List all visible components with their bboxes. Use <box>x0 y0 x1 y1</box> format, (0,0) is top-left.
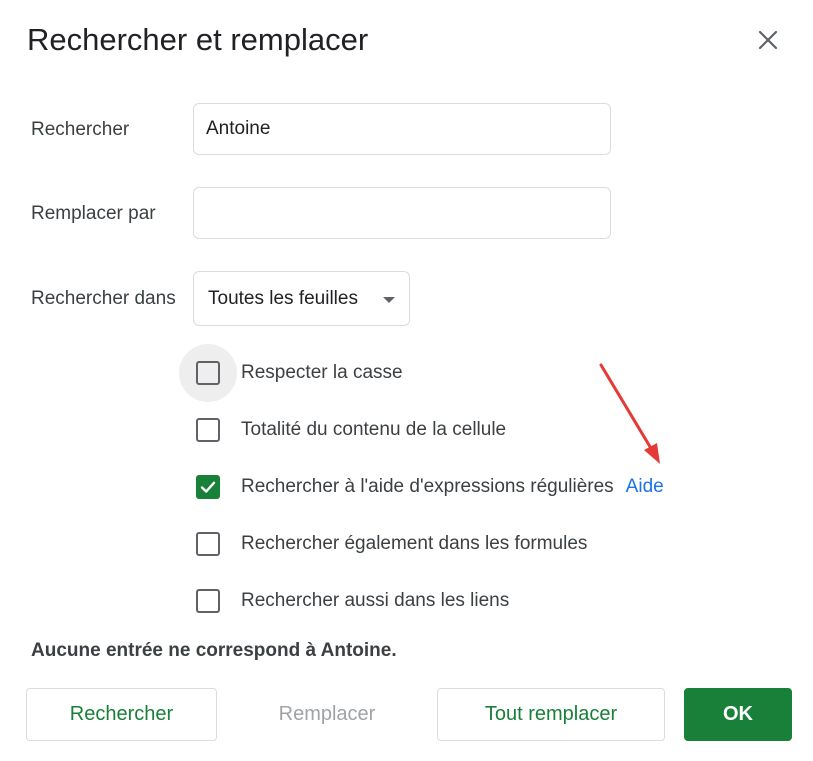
help-link[interactable]: Aide <box>626 476 664 498</box>
option-match-case[interactable]: Respecter la casse <box>179 344 403 402</box>
option-label: Rechercher également dans les formules <box>241 533 588 554</box>
match-case-checkbox-wrap[interactable] <box>179 344 237 402</box>
entire-cell-checkbox[interactable] <box>196 418 220 442</box>
regex-checkbox[interactable] <box>196 475 220 499</box>
find-button[interactable]: Rechercher <box>26 688 217 741</box>
ok-button[interactable]: OK <box>684 688 792 741</box>
formulas-checkbox[interactable] <box>196 532 220 556</box>
regex-checkbox-wrap[interactable] <box>179 458 237 516</box>
replace-button[interactable]: Remplacer <box>232 688 422 741</box>
dropdown-caret-icon <box>383 297 395 303</box>
option-label: Rechercher aussi dans les liens <box>241 590 510 611</box>
option-entire-cell[interactable]: Totalité du contenu de la cellule <box>179 401 506 459</box>
dialog-title: Rechercher et remplacer <box>27 22 369 57</box>
formulas-checkbox-wrap[interactable] <box>179 515 237 573</box>
links-checkbox[interactable] <box>196 589 220 613</box>
option-links[interactable]: Rechercher aussi dans les liens <box>179 572 509 630</box>
close-button[interactable] <box>754 26 782 54</box>
close-icon <box>758 30 778 50</box>
option-formulas[interactable]: Rechercher également dans les formules <box>179 515 587 573</box>
search-in-label: Rechercher dans <box>31 288 176 309</box>
checkmark-icon <box>200 481 216 493</box>
status-message: Aucune entrée ne correspond à Antoine. <box>31 640 397 661</box>
option-regex[interactable]: Rechercher à l'aide d'expressions réguli… <box>179 458 664 516</box>
option-label: Rechercher à l'aide d'expressions réguli… <box>241 476 614 497</box>
option-label: Respecter la casse <box>241 362 403 383</box>
search-in-select[interactable]: Toutes les feuilles <box>193 271 410 326</box>
match-case-checkbox[interactable] <box>196 361 220 385</box>
links-checkbox-wrap[interactable] <box>179 572 237 630</box>
search-in-value: Toutes les feuilles <box>208 287 358 309</box>
find-input[interactable] <box>193 103 611 155</box>
replace-label: Remplacer par <box>31 203 156 224</box>
replace-input[interactable] <box>193 187 611 239</box>
replace-all-button[interactable]: Tout remplacer <box>437 688 665 741</box>
option-label: Totalité du contenu de la cellule <box>241 419 507 440</box>
entire-cell-checkbox-wrap[interactable] <box>179 401 237 459</box>
find-label: Rechercher <box>31 119 130 140</box>
